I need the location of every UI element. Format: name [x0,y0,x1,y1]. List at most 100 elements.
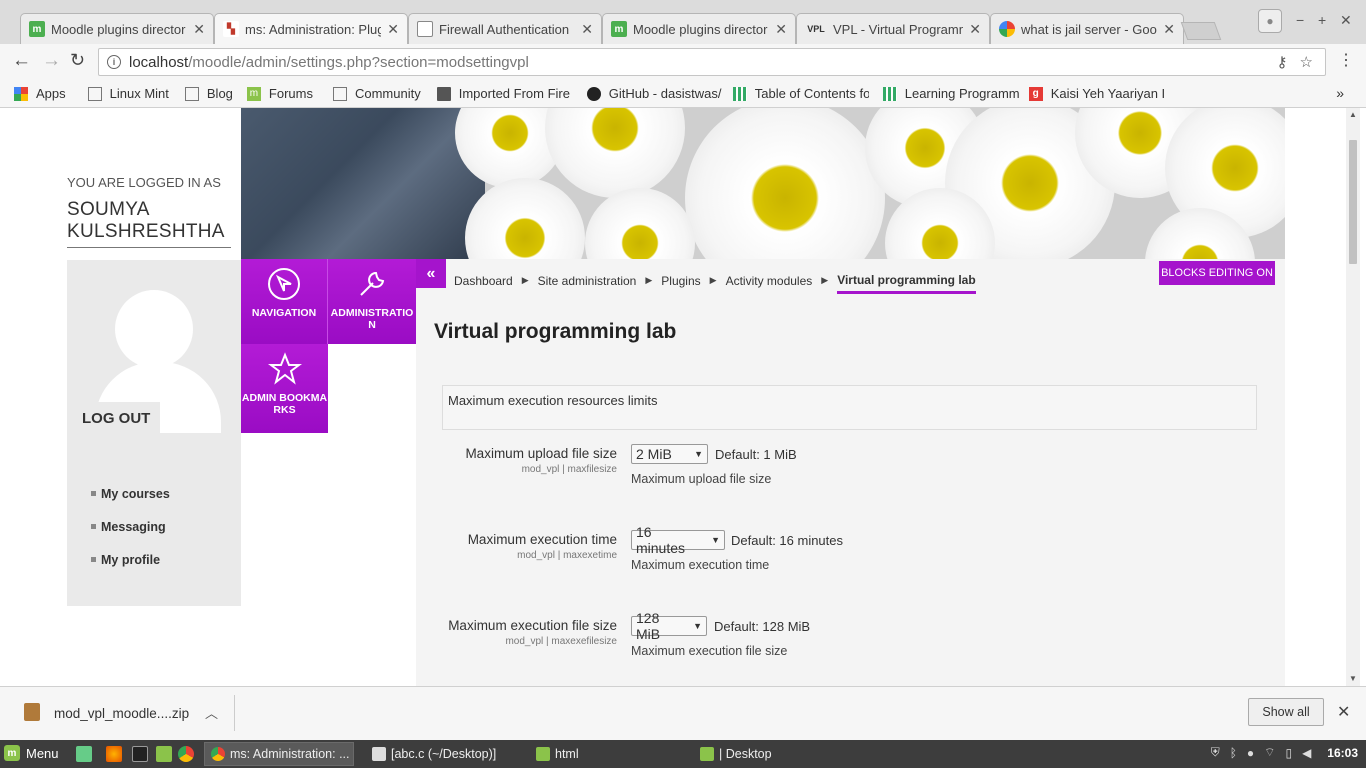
star-icon[interactable]: ☆ [1300,53,1313,71]
tab-moodle-plugins-2[interactable]: m Moodle plugins director ✕ [602,13,796,44]
breadcrumb-dashboard[interactable]: Dashboard [454,274,513,288]
header-banner [241,108,1285,259]
volume-icon[interactable]: ◀ [1302,746,1311,760]
clock[interactable]: 16:03 [1327,746,1358,760]
scroll-up-icon[interactable]: ▲ [1349,110,1357,119]
tile-administration[interactable]: ADMINISTRATIO N [328,259,416,344]
setting-label: Maximum execution time [467,532,617,547]
url-text[interactable]: localhost/moodle/admin/settings.php?sect… [129,54,1277,71]
forward-icon[interactable]: → [42,50,61,72]
logout-button[interactable]: LOG OUT [67,402,160,434]
breadcrumb-separator-icon: ▶ [521,275,529,285]
task-desktop-folder[interactable]: | Desktop [694,742,852,766]
breadcrumb-activity-modules[interactable]: Activity modules [726,274,813,288]
bookmark-forums[interactable]: m Forums [246,86,313,101]
reload-icon[interactable]: ↻ [70,50,85,71]
chevron-up-icon[interactable]: ︿ [205,703,218,722]
link-messaging[interactable]: Messaging [91,510,170,543]
breadcrumb-site-administration[interactable]: Site administration [538,274,637,288]
maxexetime-select[interactable]: 16 minutes ▼ [631,524,725,556]
moodle-icon: m [611,21,627,37]
tab-firewall-authentication[interactable]: Firewall Authentication ✕ [408,13,602,44]
bookmarks-bar: Apps Linux Mint Blog m Forums Community I… [0,80,1366,108]
star-icon [267,352,302,385]
tab-jail-server[interactable]: what is jail server - Goo ✕ [990,13,1184,44]
chrome-menu-icon[interactable]: ⋮ [1338,50,1354,70]
close-tab-icon[interactable]: ✕ [581,21,593,38]
more-bookmarks-icon[interactable]: » [1336,85,1344,101]
bookmark-github[interactable]: GitHub - dasistwas/ [586,86,723,101]
page-scrollbar[interactable]: ▲ ▼ [1346,108,1360,686]
github-icon [586,86,601,101]
bookmark-table-of-contents[interactable]: Table of Contents fo [732,86,869,101]
close-tab-icon[interactable]: ✕ [1163,21,1175,38]
bookmark-apps[interactable]: Apps [14,86,66,101]
close-tab-icon[interactable]: ✕ [775,21,787,38]
close-tab-icon[interactable]: ✕ [193,21,205,38]
address-bar[interactable]: i localhost/moodle/admin/settings.php?se… [98,48,1326,76]
minimize-icon[interactable]: − [1296,12,1304,28]
files-icon[interactable] [156,746,172,762]
breadcrumb-plugins[interactable]: Plugins [661,274,700,288]
task-chrome-window[interactable]: ms: Administration: ... [204,742,354,766]
key-icon[interactable]: ⚷ [1277,53,1288,71]
task-html-folder[interactable]: html [530,742,688,766]
bullet-icon [91,524,96,529]
maximize-icon[interactable]: + [1318,12,1326,28]
back-icon[interactable]: ← [12,50,31,72]
terminal-icon[interactable] [132,746,148,762]
scroll-down-icon[interactable]: ▼ [1349,674,1357,683]
tile-navigation[interactable]: NAVIGATION [241,259,328,344]
maxexefilesize-select[interactable]: 128 MiB ▼ [631,610,707,642]
bookmark-imported-from-firefox[interactable]: Imported From Fire [436,86,573,101]
link-my-profile[interactable]: My profile [91,543,170,576]
blocks-editing-on-button[interactable]: BLOCKS EDITING ON [1159,261,1275,285]
bluetooth-icon[interactable]: ᛒ [1230,746,1237,760]
page-icon [417,21,433,37]
breadcrumb-separator-icon: ▶ [821,275,829,285]
bookmark-kaisi-yeh-yaariyan[interactable]: g Kaisi Yeh Yaariyan I [1028,86,1165,101]
close-download-bar-icon[interactable]: ✕ [1337,702,1350,722]
setting-id: mod_vpl | maxfilesize [521,464,617,475]
close-tab-icon[interactable]: ✕ [387,21,399,38]
banner-rock-image [241,108,485,259]
profile-icon[interactable]: ● [1258,9,1282,33]
show-desktop-icon[interactable] [76,746,92,762]
info-icon[interactable]: i [107,55,121,69]
forums-icon: m [246,86,261,101]
wrench-icon [360,272,385,296]
shield-icon[interactable]: ⛨ [1211,745,1220,760]
new-tab-button[interactable] [1180,22,1222,40]
tab-moodle-plugins-1[interactable]: m Moodle plugins director ✕ [20,13,214,44]
breadcrumb-separator-icon: ▶ [709,275,717,285]
setting-default: Default: 128 MiB [714,619,811,634]
setting-maxexetime: Maximum execution time mod_vpl | maxexet… [442,524,1257,590]
battery-icon[interactable]: ▯ [1285,746,1292,760]
chrome-icon[interactable] [178,746,194,762]
bookmark-blog[interactable]: Blog [184,86,233,101]
divider [234,695,235,731]
close-tab-icon[interactable]: ✕ [969,21,981,38]
scrollbar-thumb[interactable] [1349,140,1357,264]
show-all-button[interactable]: Show all [1248,698,1324,726]
firefox-icon[interactable] [106,746,122,762]
tab-title: Moodle plugins director [51,21,186,37]
maxfilesize-select[interactable]: 2 MiB ▼ [631,444,708,464]
menu-button[interactable]: m Menu [4,745,59,761]
link-my-courses[interactable]: My courses [91,477,170,510]
close-window-icon[interactable]: ✕ [1340,12,1352,29]
setting-default: Default: 1 MiB [715,447,797,462]
collapse-blocks-button[interactable]: « [416,259,446,288]
tab-ms-administration[interactable]: ▚ ms: Administration: Plug ✕ [214,13,408,44]
tab-vpl[interactable]: VPL VPL - Virtual Programmi ✕ [796,13,990,44]
task-text-editor[interactable]: [abc.c (~/Desktop)] [366,742,524,766]
download-filename[interactable]: mod_vpl_moodle....zip [54,706,189,721]
compass-icon [268,268,300,300]
setting-id: mod_vpl | maxexetime [517,550,617,561]
tile-admin-bookmarks[interactable]: ADMIN BOOKMA RKS [241,344,328,433]
bookmark-learning-programming[interactable]: Learning Programm [882,86,1019,101]
bookmark-linux-mint[interactable]: Linux Mint [87,86,169,101]
network-icon[interactable]: ⌔ [1264,745,1275,760]
user-icon[interactable]: ● [1247,746,1254,760]
bookmark-community[interactable]: Community [332,86,421,101]
